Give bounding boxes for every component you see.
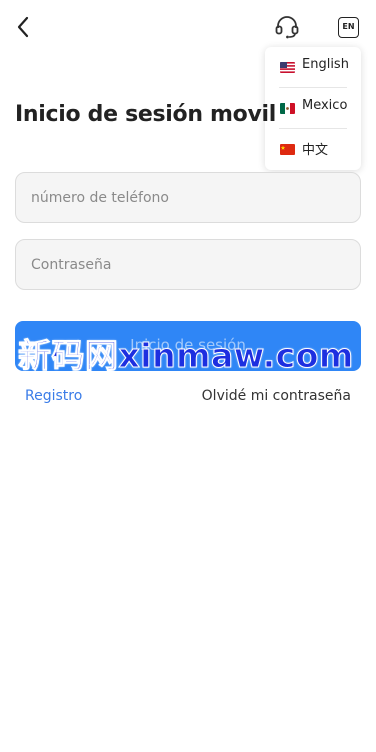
language-option-english[interactable]: English xyxy=(265,47,361,87)
password-input[interactable] xyxy=(16,240,360,289)
language-option-chinese[interactable]: 中文 xyxy=(265,129,361,169)
language-button[interactable]: EN xyxy=(338,17,359,38)
language-option-mexico[interactable]: Mexico xyxy=(265,88,361,128)
language-menu: English Mexico 中文 xyxy=(265,47,361,170)
language-label: English xyxy=(302,57,349,72)
phone-field xyxy=(15,172,361,223)
headset-icon xyxy=(275,16,299,39)
forgot-password-link[interactable]: Olvidé mi contraseña xyxy=(202,388,351,404)
language-label: Mexico xyxy=(302,98,348,113)
password-field xyxy=(15,239,361,290)
flag-us-icon xyxy=(280,62,295,73)
flag-cn-icon xyxy=(280,144,295,155)
register-link[interactable]: Registro xyxy=(25,388,82,404)
page-title: Inicio de sesión movil xyxy=(15,102,277,127)
chevron-left-icon xyxy=(17,16,29,38)
back-button[interactable] xyxy=(12,14,36,40)
customer-support-button[interactable] xyxy=(274,14,300,40)
language-label: 中文 xyxy=(302,143,329,158)
flag-mx-icon xyxy=(280,103,295,114)
phone-input[interactable] xyxy=(16,173,360,222)
watermark: 新码网xinmaw.com xyxy=(18,336,354,376)
